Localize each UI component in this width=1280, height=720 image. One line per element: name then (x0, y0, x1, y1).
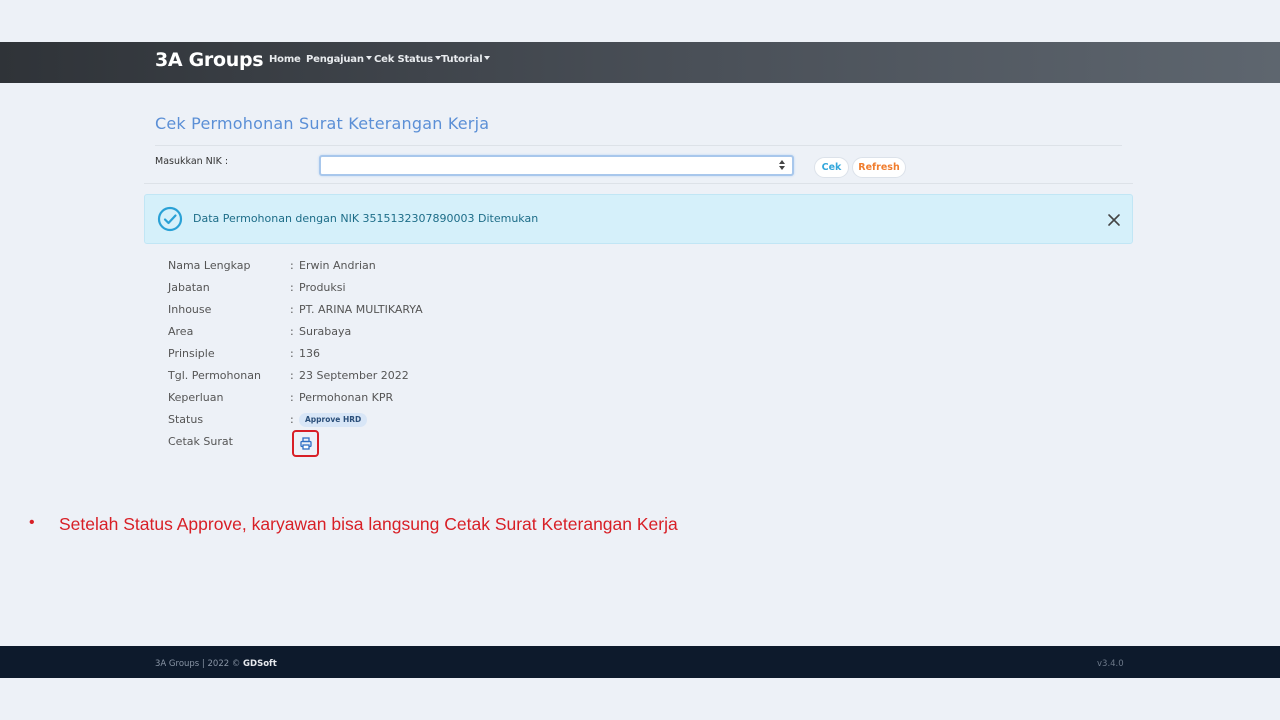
nav-tutorial[interactable]: Tutorial (441, 54, 491, 65)
detail-colon: : (290, 413, 294, 426)
nik-label: Masukkan NIK : (155, 156, 229, 167)
nav-pengajuan-label: Pengajuan (306, 54, 364, 65)
footer-copyright: 3A Groups | 2022 © GDSoft (155, 659, 277, 669)
caret-down-icon (434, 56, 441, 60)
copyright-text: 3A Groups | 2022 © (155, 659, 241, 669)
detail-label: Prinsiple (168, 347, 215, 360)
detail-colon: : (290, 369, 294, 382)
refresh-button[interactable]: Refresh (852, 157, 906, 178)
nav-home[interactable]: Home (269, 54, 301, 65)
detail-value: Erwin Andrian (299, 259, 376, 272)
caret-down-icon (365, 56, 372, 60)
detail-colon: : (290, 325, 294, 338)
detail-value: Permohonan KPR (299, 391, 394, 404)
detail-label: Nama Lengkap (168, 259, 251, 272)
footer: 3A Groups | 2022 © GDSoft v3.4.0 (0, 646, 1280, 678)
bullet-icon: • (29, 514, 35, 531)
divider (155, 145, 1122, 146)
annotation-text: Setelah Status Approve, karyawan bisa la… (59, 514, 678, 534)
detail-value: PT. ARINA MULTIKARYA (299, 303, 423, 316)
detail-colon: : (290, 281, 294, 294)
brand-logo[interactable]: 3A Groups (155, 49, 264, 71)
nav-home-label: Home (269, 54, 301, 65)
nav-pengajuan[interactable]: Pengajuan (306, 54, 372, 65)
print-label: Cetak Surat (168, 435, 233, 448)
status-label: Status (168, 413, 204, 426)
detail-value: Produksi (299, 281, 346, 294)
alert-message: Data Permohonan dengan NIK 3515132307890… (193, 212, 539, 225)
navbar: 3A Groups Home Pengajuan Cek Status Tuto… (0, 42, 1280, 83)
detail-value: Surabaya (299, 325, 352, 338)
number-spinner-icon[interactable] (779, 160, 785, 172)
nik-input[interactable] (319, 155, 794, 176)
app-version: v3.4.0 (1097, 659, 1124, 669)
cek-button[interactable]: Cek (814, 157, 849, 178)
caret-down-icon (484, 56, 491, 60)
detail-label: Jabatan (168, 281, 210, 294)
status-badge: Approve HRD (299, 413, 368, 427)
printer-icon (300, 437, 312, 450)
check-circle-icon (157, 206, 183, 232)
detail-label: Inhouse (168, 303, 212, 316)
close-icon[interactable] (1107, 213, 1121, 227)
detail-colon: : (290, 391, 294, 404)
company-link[interactable]: GDSoft (243, 659, 277, 669)
nav-cek-status[interactable]: Cek Status (374, 54, 441, 65)
nav-cek-status-label: Cek Status (374, 54, 433, 65)
detail-label: Tgl. Permohonan (168, 369, 261, 382)
divider (144, 183, 1133, 184)
detail-label: Keperluan (168, 391, 224, 404)
detail-value: 136 (299, 347, 320, 360)
detail-colon: : (290, 303, 294, 316)
success-alert: Data Permohonan dengan NIK 3515132307890… (144, 194, 1133, 244)
print-button[interactable] (292, 430, 319, 457)
detail-colon: : (290, 347, 294, 360)
detail-label: Area (168, 325, 194, 338)
nav-tutorial-label: Tutorial (441, 54, 483, 65)
page-title: Cek Permohonan Surat Keterangan Kerja (155, 114, 490, 133)
detail-colon: : (290, 259, 294, 272)
detail-value: 23 September 2022 (299, 369, 409, 382)
